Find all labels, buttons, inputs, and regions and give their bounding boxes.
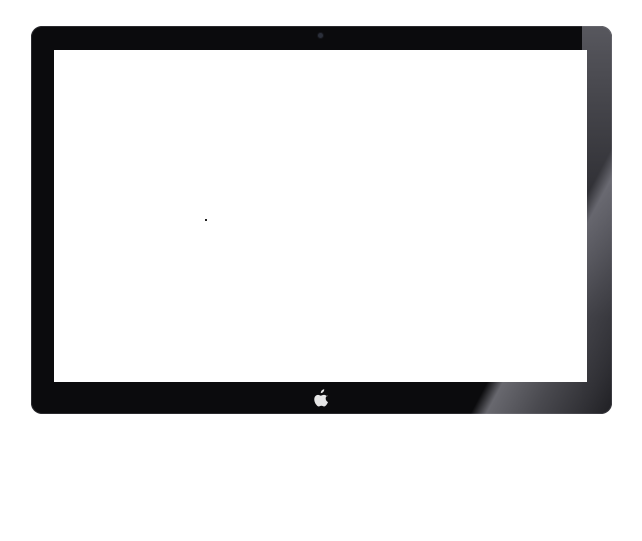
display-screen[interactable] [54, 50, 587, 382]
apple-logo-icon [313, 389, 329, 407]
page-stage [0, 0, 642, 541]
cursor-dot [205, 219, 207, 221]
camera-icon [318, 33, 323, 38]
monitor-frame [31, 26, 612, 414]
